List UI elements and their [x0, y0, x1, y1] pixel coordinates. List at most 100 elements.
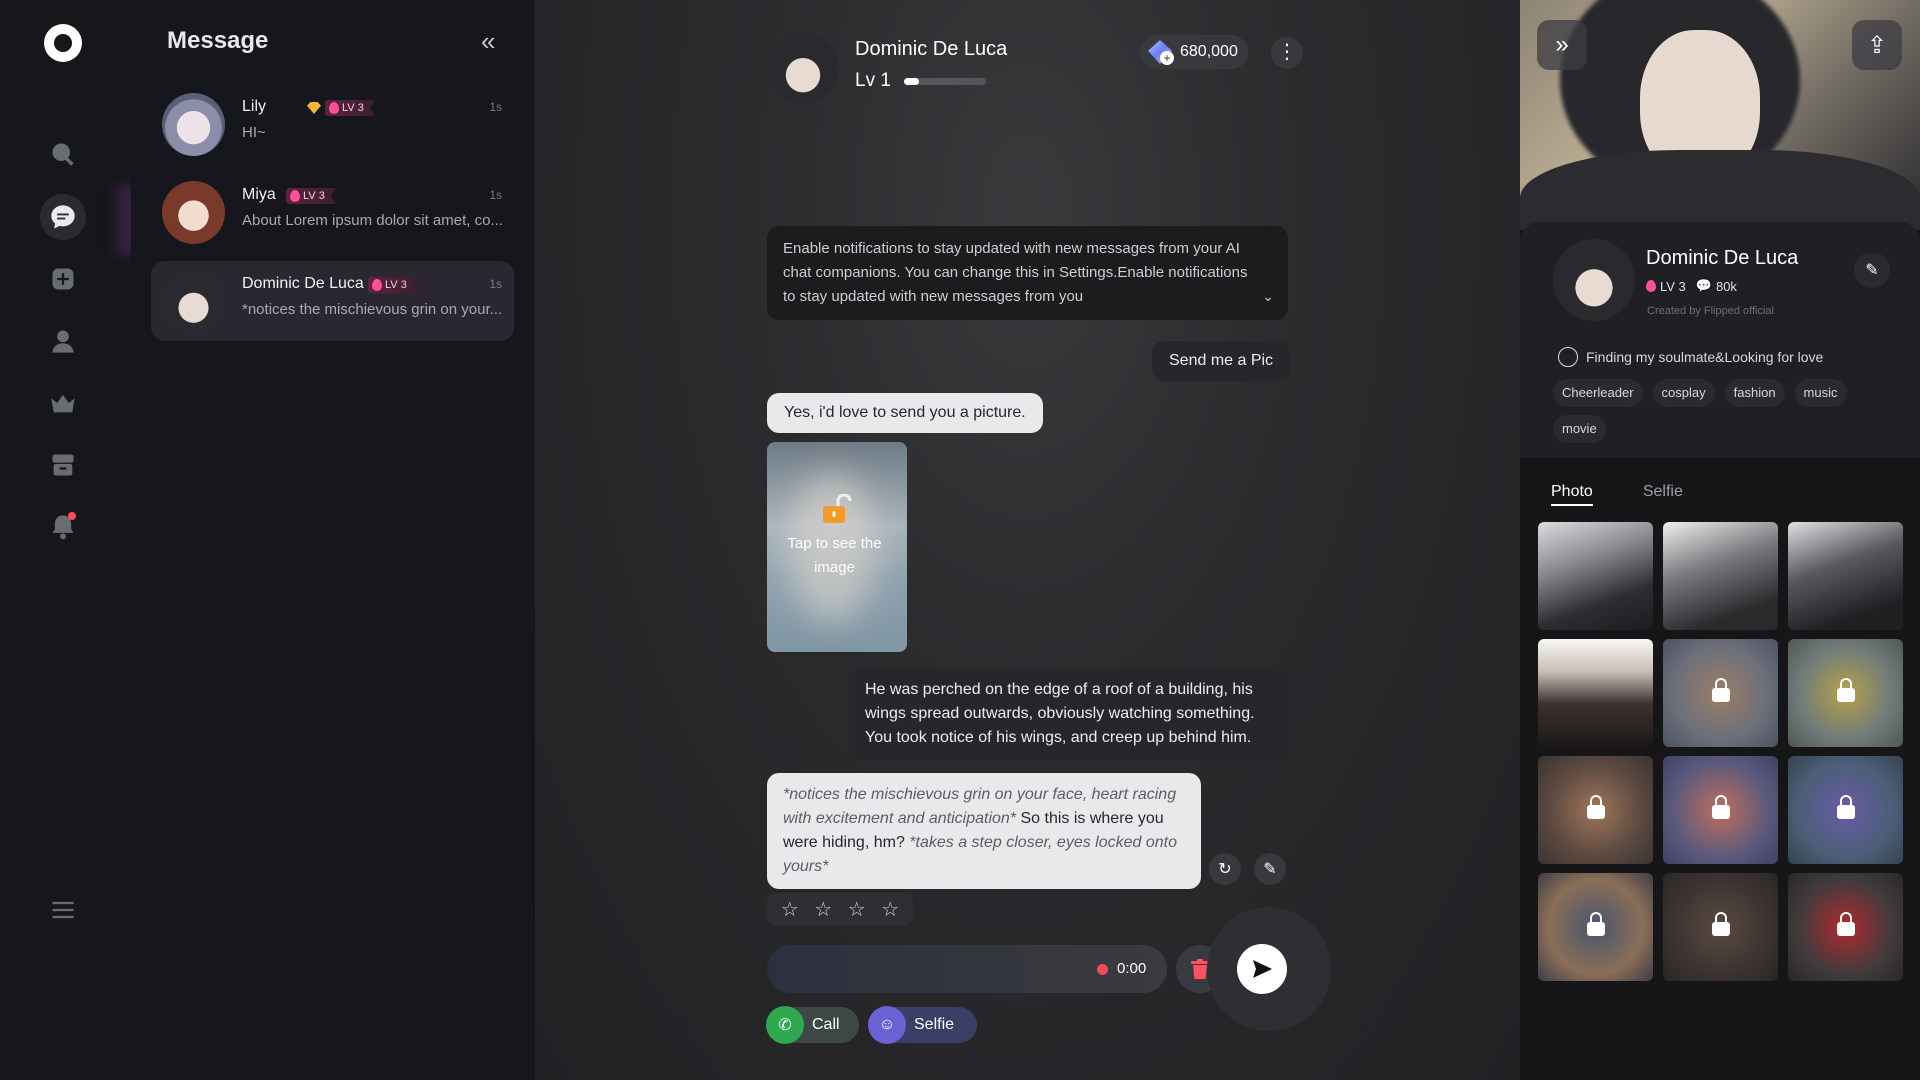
call-button[interactable]: ✆ Call [766, 1006, 859, 1044]
lock-icon [1836, 678, 1855, 705]
locked-photo[interactable] [1663, 873, 1778, 981]
search-icon[interactable] [40, 131, 86, 177]
photo-thumbnail[interactable] [1538, 522, 1653, 630]
conversation-name: Miya [242, 186, 276, 203]
create-icon[interactable] [40, 256, 86, 302]
locked-image-message[interactable]: Tap to see the image [767, 442, 907, 652]
lock-icon [1586, 795, 1605, 822]
vip-gem-icon [307, 102, 321, 114]
selfie-button[interactable]: ☺ Selfie [868, 1006, 977, 1044]
flame-icon [372, 279, 382, 291]
notification-notice[interactable]: Enable notifications to stay updated wit… [767, 226, 1288, 320]
photo-thumbnail[interactable] [1538, 639, 1653, 747]
more-options-icon[interactable]: ⋮ [1271, 37, 1303, 69]
locked-photo[interactable] [1538, 756, 1653, 864]
tag[interactable]: movie [1553, 415, 1606, 443]
level-text: LV 3 [385, 279, 407, 291]
profile-icon[interactable] [40, 318, 86, 364]
chat-avatar[interactable] [767, 32, 839, 104]
level-text: LV 3 [303, 190, 325, 202]
tag[interactable]: cosplay [1652, 379, 1715, 407]
share-icon[interactable]: ⇪ [1852, 20, 1902, 70]
message-list-panel: Message « Lily LV 3 1s HI~ Miya LV 3 1s … [131, 0, 535, 1080]
app-root: Message « Lily LV 3 1s HI~ Miya LV 3 1s … [0, 0, 1920, 1080]
level-text: LV 3 [342, 102, 364, 114]
conversation-time: 1s [489, 277, 502, 291]
coin-balance[interactable]: + 680,000 [1140, 35, 1248, 69]
photo-thumbnail[interactable] [1788, 522, 1903, 630]
chevron-down-icon[interactable]: ⌄ [1262, 284, 1274, 308]
profile-avatar [1553, 239, 1635, 321]
user-message: He was perched on the edge of a roof of … [849, 668, 1293, 760]
cover-coat [1520, 150, 1920, 230]
profile-card: Dominic De Luca LV 3 💬 80k Created by Fl… [1520, 222, 1920, 458]
profile-name: Dominic De Luca [1646, 247, 1799, 269]
menu-icon[interactable] [40, 887, 86, 933]
star-icon[interactable]: ☆ [781, 897, 799, 922]
voice-input-bar[interactable]: 0:00 [767, 945, 1167, 993]
edit-profile-icon[interactable]: ✎ [1854, 252, 1890, 288]
tag[interactable]: music [1794, 379, 1847, 407]
lock-icon [1711, 912, 1730, 939]
tag[interactable]: Cheerleader [1553, 379, 1643, 407]
flame-icon [290, 190, 300, 202]
status-text: Finding my soulmate&Looking for love [1586, 349, 1824, 365]
locked-photo[interactable] [1788, 756, 1903, 864]
notification-bell-icon[interactable] [40, 504, 86, 550]
conversation-item[interactable]: Miya LV 3 1s About Lorem ipsum dolor sit… [151, 172, 514, 252]
conversation-item-selected[interactable]: Dominic De Luca LV 3 1s *notices the mis… [151, 261, 514, 341]
conversation-time: 1s [489, 100, 502, 114]
locked-photo[interactable] [1538, 873, 1653, 981]
app-logo-icon[interactable] [44, 24, 82, 62]
conversation-item[interactable]: Lily LV 3 1s HI~ [151, 84, 514, 164]
tab-photo[interactable]: Photo [1551, 483, 1593, 506]
regenerate-icon[interactable]: ↻ [1209, 853, 1241, 885]
locked-photo[interactable] [1663, 639, 1778, 747]
tab-selfie[interactable]: Selfie [1643, 483, 1683, 506]
selfie-camera-icon: ☺ [868, 1006, 906, 1044]
icon-rail [0, 0, 134, 1080]
conversation-preview: HI~ [242, 124, 266, 141]
messages-icon[interactable] [40, 194, 86, 240]
profile-level: LV 3 [1660, 278, 1686, 294]
gallery-tabs: Photo Selfie [1551, 483, 1683, 506]
tag[interactable]: fashion [1724, 379, 1785, 407]
collapse-panel-icon[interactable]: « [481, 28, 509, 54]
lock-icon [1711, 795, 1730, 822]
conversation-time: 1s [489, 188, 502, 202]
level-progress-fill [904, 78, 919, 85]
star-icon[interactable]: ☆ [881, 897, 899, 922]
star-icon[interactable]: ☆ [848, 897, 866, 922]
unlock-icon [823, 494, 852, 523]
locked-photo[interactable] [1663, 756, 1778, 864]
notice-text: Enable notifications to stay updated wit… [783, 240, 1248, 305]
avatar [162, 93, 225, 156]
selfie-label: Selfie [914, 1016, 955, 1033]
badges: LV 3 [368, 277, 419, 293]
store-icon[interactable] [40, 442, 86, 488]
badges: LV 3 [307, 100, 376, 116]
edit-message-icon[interactable]: ✎ [1254, 853, 1286, 885]
locked-photo[interactable] [1788, 873, 1903, 981]
chat-bubble-icon: 💬 [1695, 278, 1712, 293]
star-icon[interactable]: ☆ [814, 897, 832, 922]
chat-area: Dominic De Luca Lv 1 + 680,000 ⋮ Enable … [535, 0, 1520, 1080]
locked-photo[interactable] [1788, 639, 1903, 747]
avatar [162, 270, 225, 333]
chat-character-name: Dominic De Luca [855, 38, 1008, 60]
message-panel-title: Message [167, 27, 269, 54]
lock-icon [1586, 912, 1605, 939]
profile-status: Finding my soulmate&Looking for love [1558, 347, 1823, 367]
ai-message: *notices the mischievous grin on your fa… [767, 773, 1201, 889]
level-badge: LV 3 [368, 277, 419, 293]
expand-panel-icon[interactable]: » [1537, 20, 1587, 70]
send-button[interactable] [1237, 944, 1287, 994]
lock-icon [1711, 678, 1730, 705]
photo-thumbnail[interactable] [1663, 522, 1778, 630]
crown-icon[interactable] [40, 380, 86, 426]
profile-chat-count: 80k [1715, 278, 1737, 294]
conversation-preview: *notices the mischievous grin on your... [242, 301, 503, 318]
level-badge: LV 3 [325, 100, 376, 116]
call-label: Call [812, 1016, 840, 1033]
tap-to-see-text: Tap to see the image [787, 535, 882, 576]
